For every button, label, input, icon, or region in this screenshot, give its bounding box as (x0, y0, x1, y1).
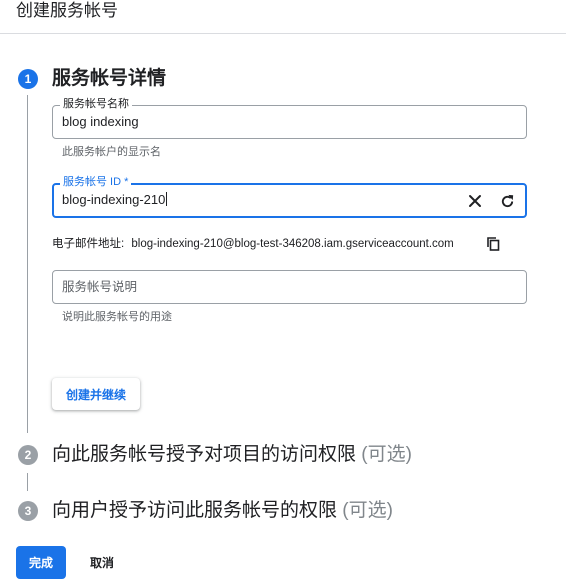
service-account-description-field[interactable]: 服务帐号说明 (52, 270, 527, 304)
service-account-id-value: blog-indexing-210 (62, 192, 166, 207)
create-service-account-page: 创建服务帐号 1 服务帐号详情 服务帐号名称 blog indexing 此服务… (0, 0, 566, 588)
step-2-title[interactable]: 向此服务帐号授予对项目的访问权限 (可选) (52, 443, 412, 467)
service-account-name-field[interactable]: 服务帐号名称 blog indexing (52, 97, 527, 139)
done-button[interactable]: 完成 (16, 546, 66, 579)
step-2-title-text: 向此服务帐号授予对项目的访问权限 (52, 444, 357, 465)
step-3-optional: (可选) (342, 500, 393, 521)
refresh-icon[interactable] (496, 190, 518, 212)
service-account-name-value: blog indexing (62, 114, 139, 129)
service-account-id-label: 服务帐号 ID * (60, 175, 132, 189)
create-and-continue-button[interactable]: 创建并继续 (52, 378, 140, 410)
copy-icon[interactable] (483, 234, 503, 254)
step-3-title[interactable]: 向用户授予访问此服务帐号的权限 (可选) (52, 499, 393, 523)
text-caret (166, 192, 168, 206)
service-account-description-placeholder: 服务帐号说明 (62, 280, 138, 294)
step-3-title-text: 向用户授予访问此服务帐号的权限 (52, 500, 338, 521)
step-2-connector (27, 473, 28, 491)
service-account-name-label: 服务帐号名称 (60, 97, 132, 111)
service-account-name-helper: 此服务帐户的显示名 (62, 146, 161, 158)
email-value: blog-indexing-210@blog-test-346208.iam.g… (131, 238, 454, 250)
header-divider (0, 33, 566, 34)
step-1-number: 1 (18, 69, 38, 89)
cancel-button[interactable]: 取消 (80, 546, 124, 579)
step-1-connector (27, 95, 28, 433)
email-row: 电子邮件地址: blog-indexing-210@blog-test-3462… (52, 236, 454, 252)
step-1-title[interactable]: 服务帐号详情 (52, 67, 166, 91)
step-2-number: 2 (18, 445, 38, 465)
step-2-optional: (可选) (361, 444, 412, 465)
service-account-id-field[interactable]: 服务帐号 ID * blog-indexing-210 (52, 175, 527, 218)
service-account-id-value-wrap: blog-indexing-210 (62, 192, 168, 208)
step-3-number: 3 (18, 501, 38, 521)
service-account-description-helper: 说明此服务帐号的用途 (62, 311, 172, 323)
close-icon[interactable] (464, 190, 486, 212)
page-title: 创建服务帐号 (16, 1, 118, 20)
email-label: 电子邮件地址: (52, 238, 125, 250)
